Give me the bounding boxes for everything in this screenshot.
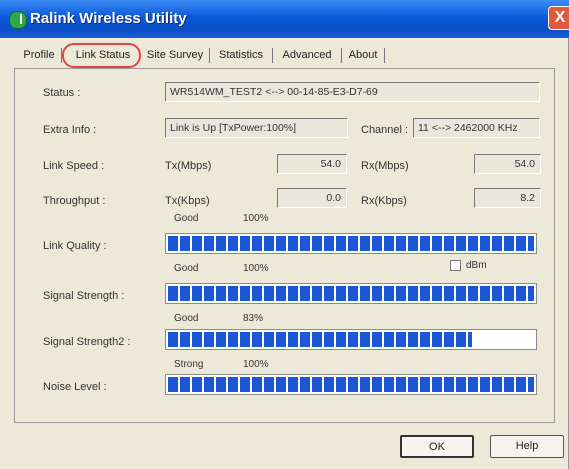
link-quality-rating: Good xyxy=(174,213,199,224)
signal-strength2-label: Signal Strength2 : xyxy=(43,336,131,348)
link-speed-rx-value: 54.0 xyxy=(474,154,541,174)
window-title: Ralink Wireless Utility xyxy=(30,10,187,27)
ralink-app-icon xyxy=(9,11,27,29)
ok-button[interactable]: OK xyxy=(400,435,474,458)
noise-level-percent: 100% xyxy=(243,359,269,370)
noise-level-bar-fill xyxy=(168,377,534,392)
status-value: WR514WM_TEST2 <--> 00-14-85-E3-D7-69 xyxy=(165,82,540,102)
dbm-checkbox[interactable] xyxy=(450,260,461,271)
signal-strength2-percent: 83% xyxy=(243,313,264,324)
tab-site-survey[interactable]: Site Survey xyxy=(144,45,206,65)
extra-info-value: Link is Up [TxPower:100%] xyxy=(165,118,348,138)
channel-label: Channel : xyxy=(361,124,409,136)
signal-strength2-bar-fill xyxy=(168,332,472,347)
throughput-label: Throughput : xyxy=(43,195,106,207)
noise-level-label: Noise Level : xyxy=(43,381,107,393)
signal-strength-bar xyxy=(165,283,537,304)
throughput-rx-value: 8.2 xyxy=(474,188,541,208)
noise-level-bar xyxy=(165,374,537,395)
signal-strength-rating: Good xyxy=(174,263,199,274)
tab-separator xyxy=(384,48,385,63)
tab-statistics[interactable]: Statistics xyxy=(213,45,269,65)
signal-strength2-bar xyxy=(165,329,537,350)
throughput-tx-label: Tx(Kbps) xyxy=(165,195,210,207)
link-quality-bar xyxy=(165,233,537,254)
signal-strength-percent: 100% xyxy=(243,263,269,274)
tab-separator xyxy=(272,48,273,63)
active-tab-highlight xyxy=(62,43,141,68)
channel-value: 11 <--> 2462000 KHz xyxy=(413,118,540,138)
tab-separator xyxy=(341,48,342,63)
noise-level-rating: Strong xyxy=(174,359,204,370)
signal-strength-bar-fill xyxy=(168,286,534,301)
status-label: Status : xyxy=(43,87,81,99)
title-bar[interactable]: Ralink Wireless Utility X xyxy=(0,0,569,38)
tab-profile[interactable]: Profile xyxy=(20,45,58,65)
link-speed-label: Link Speed : xyxy=(43,160,105,172)
throughput-rx-label: Rx(Kbps) xyxy=(361,195,407,207)
throughput-tx-value: 0.0 xyxy=(277,188,347,208)
signal-strength-label: Signal Strength : xyxy=(43,290,125,302)
link-quality-percent: 100% xyxy=(243,213,269,224)
ralink-utility-window: Ralink Wireless Utility X Profile Link S… xyxy=(0,0,569,469)
close-button[interactable]: X xyxy=(548,6,569,30)
link-quality-bar-fill xyxy=(168,236,534,251)
link-speed-tx-value: 54.0 xyxy=(277,154,347,174)
tab-about[interactable]: About xyxy=(345,45,381,65)
link-speed-rx-label: Rx(Mbps) xyxy=(361,160,409,172)
link-speed-tx-label: Tx(Mbps) xyxy=(165,160,212,172)
signal-strength2-rating: Good xyxy=(174,313,199,324)
tab-separator xyxy=(209,48,210,63)
help-button[interactable]: Help xyxy=(490,435,564,458)
tab-advanced[interactable]: Advanced xyxy=(276,45,338,65)
extra-info-label: Extra Info : xyxy=(43,124,97,136)
dbm-label: dBm xyxy=(466,260,487,271)
link-quality-label: Link Quality : xyxy=(43,240,107,252)
